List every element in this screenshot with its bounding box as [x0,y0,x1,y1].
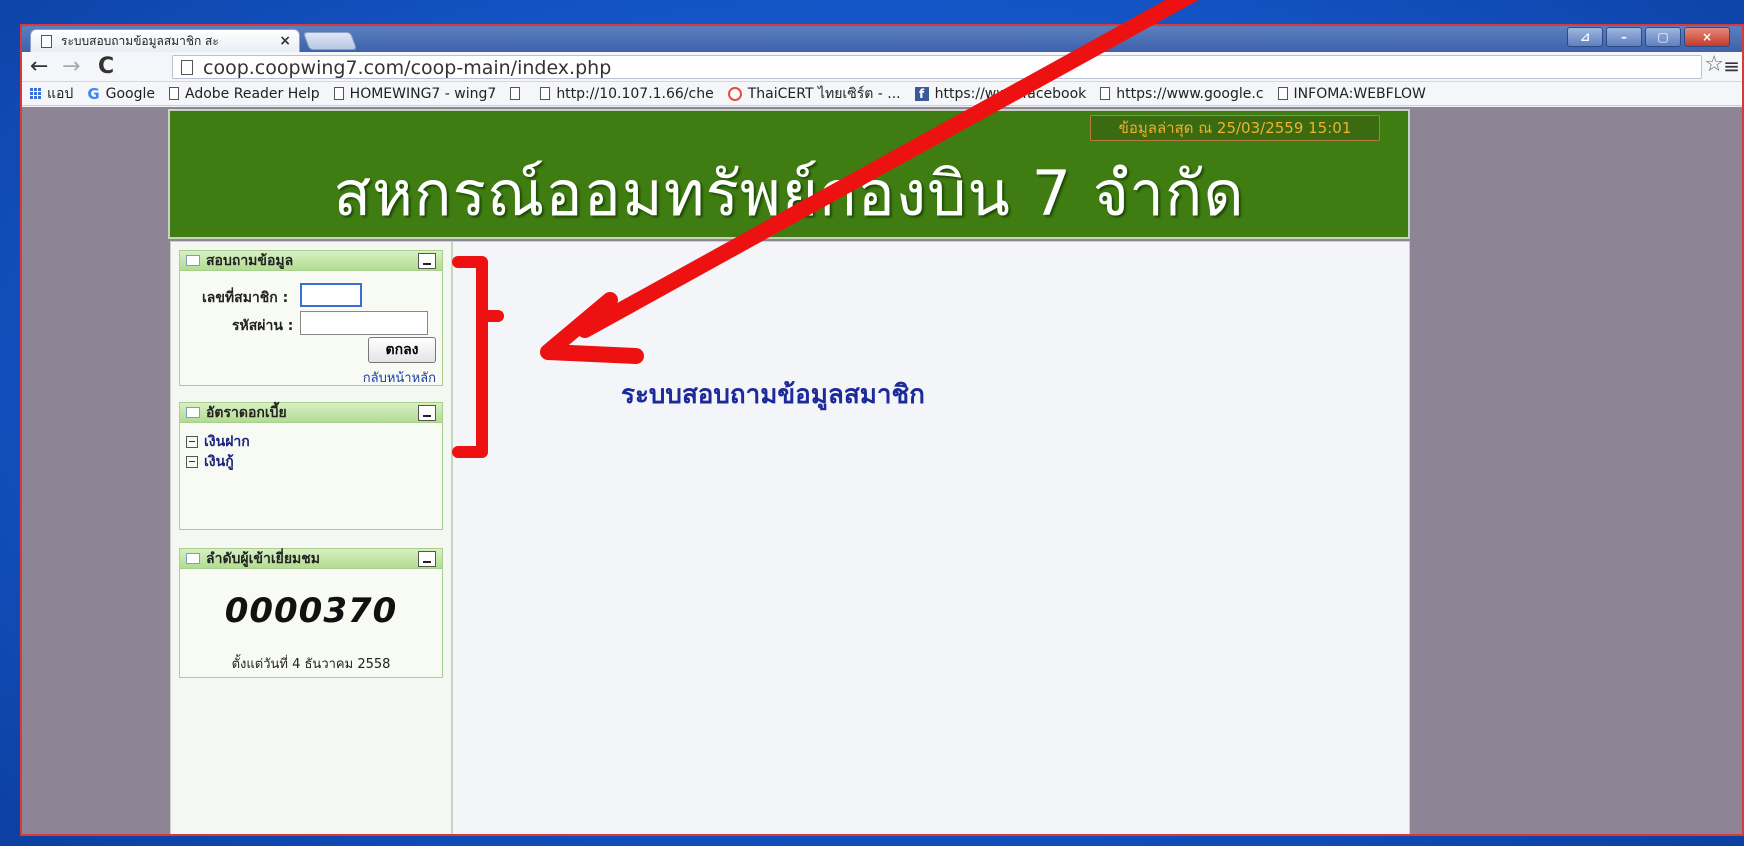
visitor-counter-panel: ลำดับผู้เข้าเยี่ยมชม 0000370 ตั้งแต่วันท… [179,548,443,678]
login-panel-title: สอบถามข้อมูล [206,253,294,269]
back-home-link[interactable]: กลับหน้าหลัก [363,367,436,388]
expand-icon [186,456,198,468]
window-icon [186,553,200,564]
login-panel-header: สอบถามข้อมูล [180,251,442,271]
facebook-icon: f [914,86,929,101]
interest-rate-panel: อัตราดอกเบี้ย เงินฝาก เงินกู้ [179,402,443,530]
bookmark-google-url[interactable]: https://www.google.c [1100,86,1264,102]
google-icon: G [87,84,100,103]
page-icon [181,60,193,75]
tab-strip: ระบบสอบถามข้อมูลสมาชิก สะ × ⊿ – ▢ × [22,26,1742,53]
interest-rate-panel-title: อัตราดอกเบี้ย [206,405,287,421]
site-title: สหกรณ์ออมทรัพย์กองบิน 7 จำกัด [333,157,1245,230]
expand-icon [186,436,198,448]
browser-toolbar: ← → C coop.coopwing7.com/coop-main/index… [22,52,1742,82]
browser-tab[interactable]: ระบบสอบถามข้อมูลสมาชิก สะ × [30,29,300,53]
site-header: ข้อมูลล่าสุด ณ 25/03/2559 15:01 สหกรณ์ออ… [168,109,1410,239]
bookmark-star-icon[interactable]: ☆ [1704,52,1724,78]
bookmark-ip[interactable]: http://10.107.1.66/che [540,86,714,102]
minimize-button[interactable]: – [1606,27,1642,47]
member-id-label: เลขที่สมาชิก : [202,290,289,306]
visitor-panel-title: ลำดับผู้เข้าเยี่ยมชม [206,551,320,567]
thaicert-icon [727,86,742,101]
visitor-count: 0000370 [224,591,398,631]
bookmark-google[interactable]: G Google [87,85,155,103]
page-icon [540,87,551,100]
url-text: coop.coopwing7.com/coop-main/index.php [203,57,612,79]
member-id-input[interactable] [300,283,362,307]
visitor-panel-header: ลำดับผู้เข้าเยี่ยมชม [180,549,442,569]
menu-icon[interactable]: ≡ [1723,52,1740,80]
bookmark-facebook[interactable]: f https://www.facebook [914,86,1086,102]
collapse-icon[interactable] [418,551,436,567]
page-icon [1277,87,1288,100]
close-window-button[interactable]: × [1684,27,1730,47]
counter-since-text: ตั้งแต่วันที่ 4 ธันวาคม 2558 [231,657,391,672]
main-title: ระบบสอบถามข้อมูลสมาชิก [621,380,925,410]
window-controls: ⊿ – ▢ × [1567,27,1730,47]
bookmark-blank[interactable] [510,87,526,100]
forward-button[interactable]: → [62,54,80,80]
loan-rate-link[interactable]: เงินกู้ [186,451,234,473]
bookmarks-bar: แอป G Google Adobe Reader Help HOMEWING7… [22,82,1742,106]
window-icon [186,407,200,418]
page-icon [41,35,52,48]
page-icon [333,87,344,100]
address-bar[interactable]: coop.coopwing7.com/coop-main/index.php [172,55,1702,79]
browser-window: ระบบสอบถามข้อมูลสมาชิก สะ × ⊿ – ▢ × ← → … [20,24,1744,836]
web-page: ข้อมูลล่าสุด ณ 25/03/2559 15:01 สหกรณ์ออ… [22,107,1742,834]
page-icon [510,87,521,100]
bookmark-apps[interactable]: แอป [30,83,73,105]
password-label: รหัสผ่าน : [232,318,294,334]
new-tab-button[interactable] [302,32,358,50]
window-icon [186,255,200,266]
interest-rate-panel-header: อัตราดอกเบี้ย [180,403,442,423]
restore-button[interactable]: ▢ [1645,27,1681,47]
sidebar: สอบถามข้อมูล เลขที่สมาชิก : รหัสผ่าน : ต… [170,241,452,834]
user-switch-button[interactable]: ⊿ [1567,27,1603,47]
page-icon [169,87,180,100]
back-button[interactable]: ← [30,54,48,80]
main-content: ระบบสอบถามข้อมูลสมาชิก [452,241,1410,834]
bookmark-thaicert[interactable]: ThaiCERT ไทยเซิร์ต - ... [727,83,901,105]
deposit-rate-link[interactable]: เงินฝาก [186,431,250,453]
password-input[interactable] [300,311,428,335]
tab-close-icon[interactable]: × [279,30,291,52]
tab-title: ระบบสอบถามข้อมูลสมาชิก สะ [61,34,219,48]
last-update-badge: ข้อมูลล่าสุด ณ 25/03/2559 15:01 [1090,115,1380,141]
submit-button[interactable]: ตกลง [368,337,436,363]
bookmark-infoma[interactable]: INFOMA:WEBFLOW [1277,86,1426,102]
page-icon [1100,87,1111,100]
login-panel: สอบถามข้อมูล เลขที่สมาชิก : รหัสผ่าน : ต… [179,250,443,386]
bookmark-adobe[interactable]: Adobe Reader Help [169,86,320,102]
apps-icon [30,88,41,99]
reload-button[interactable]: C [98,54,114,80]
bookmark-homewing7[interactable]: HOMEWING7 - wing7 [333,86,496,102]
collapse-icon[interactable] [418,253,436,269]
collapse-icon[interactable] [418,405,436,421]
